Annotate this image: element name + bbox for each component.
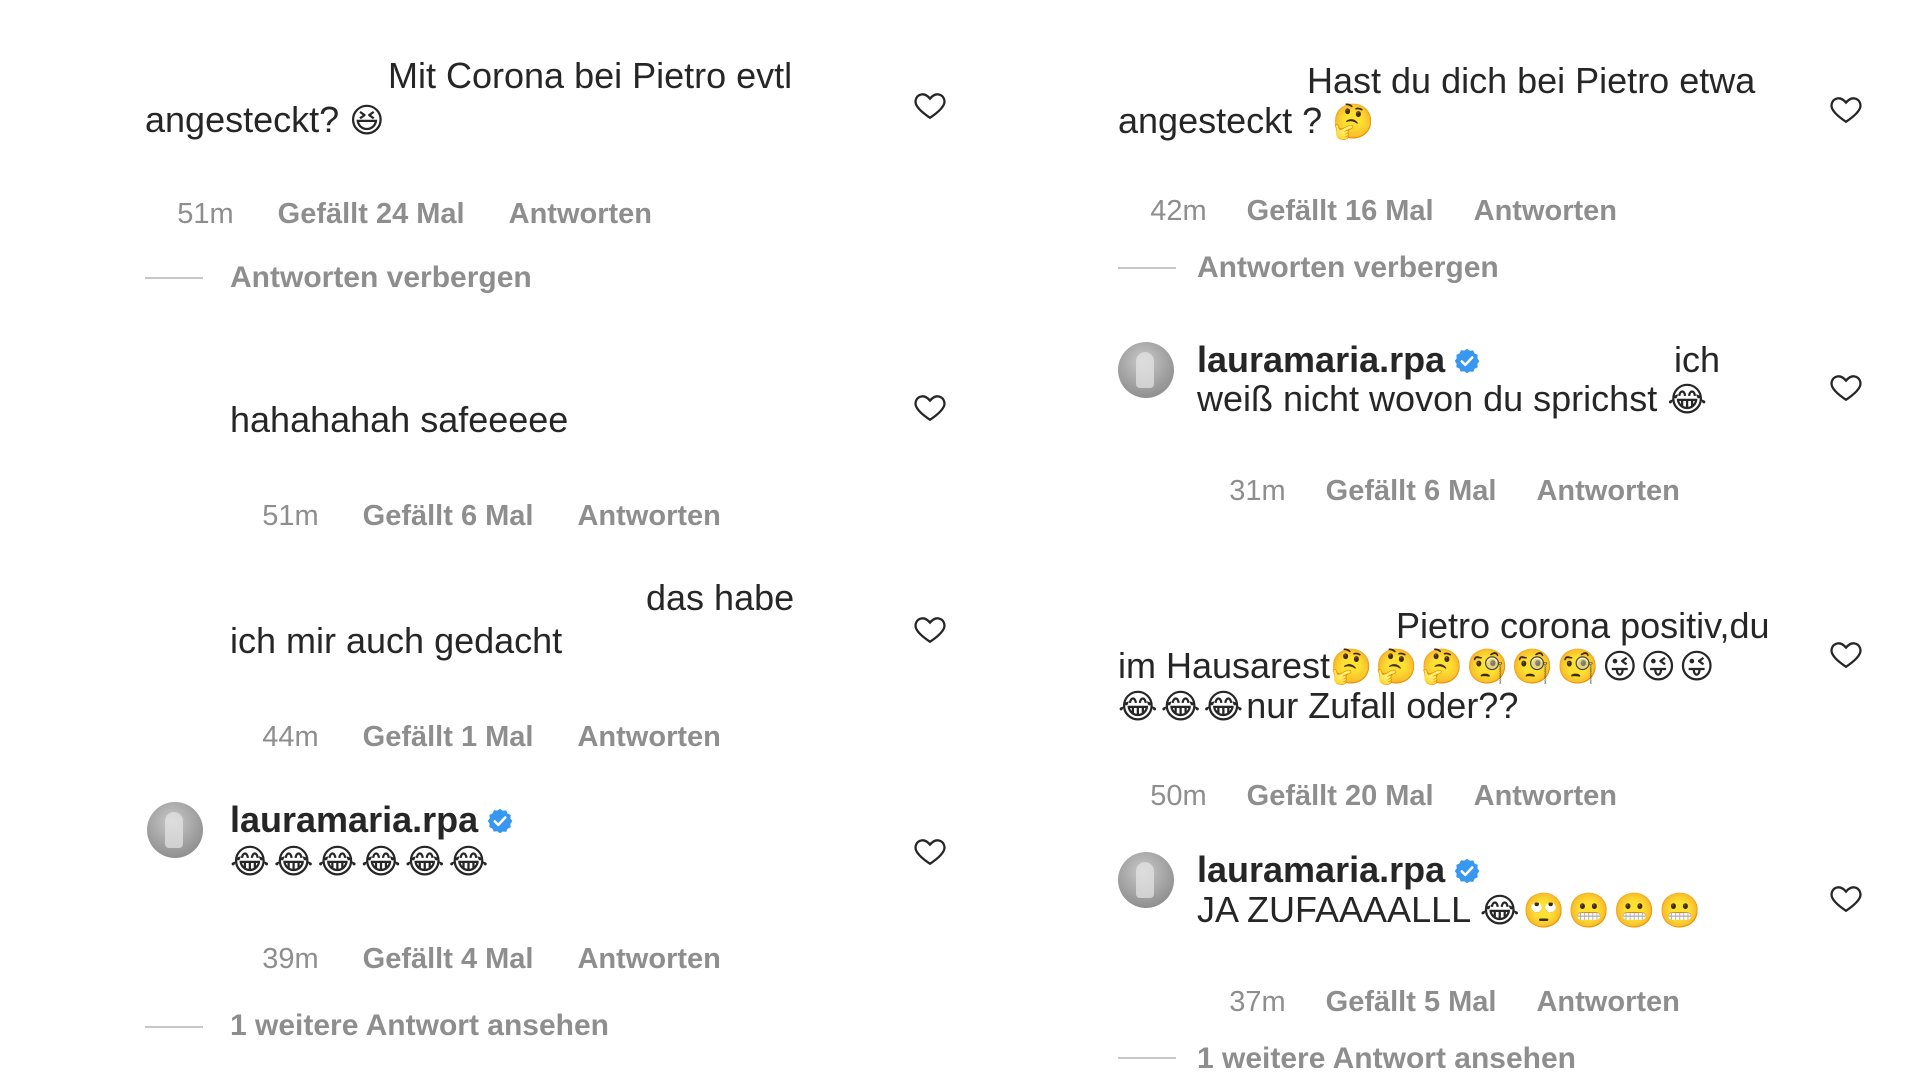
- comment-text-line-3: 😂😂😂nur Zufall oder??: [1118, 686, 1518, 727]
- emoji: 🤔🤔🤔🧐🧐🧐😜😜😜: [1330, 648, 1718, 686]
- reply-button[interactable]: Antworten: [1536, 475, 1679, 507]
- replies-divider: [1118, 267, 1176, 269]
- like-count[interactable]: Gefällt 4 Mal: [363, 943, 534, 975]
- comment-text-line-2: im Hausarest🤔🤔🤔🧐🧐🧐😜😜😜: [1118, 646, 1717, 687]
- comment-text: im Hausarest: [1118, 645, 1331, 686]
- emoji: 😂: [1667, 381, 1707, 419]
- reply-author[interactable]: lauramaria.rpa: [230, 800, 514, 840]
- hide-replies-button[interactable]: Antworten verbergen: [230, 261, 532, 295]
- reply-text: hahahahah safeeeee: [230, 399, 569, 440]
- like-heart-icon[interactable]: [912, 390, 948, 424]
- reply-meta: 31m Gefällt 6 Mal Antworten: [1197, 440, 1680, 542]
- like-heart-icon[interactable]: [1828, 881, 1864, 915]
- reply-text-line-2: weiß nicht wovon du sprichst 😂: [1197, 379, 1707, 420]
- reply-button[interactable]: Antworten: [1474, 195, 1617, 227]
- reply-time: 51m: [262, 500, 319, 532]
- replies-divider: [1118, 1057, 1176, 1059]
- reply-time: 31m: [1229, 475, 1286, 507]
- username[interactable]: lauramaria.rpa: [1197, 339, 1445, 380]
- like-count[interactable]: Gefällt 1 Mal: [363, 721, 534, 753]
- replies-divider: [145, 277, 203, 279]
- comment-text-line-1: Mit Corona bei Pietro evtl: [388, 55, 793, 96]
- reply-text-line: JA ZUFAAAALLL 😂🙄😬😬😬: [1197, 890, 1704, 931]
- reply-author[interactable]: lauramaria.rpa: [1197, 850, 1481, 890]
- verified-badge-icon: [1453, 853, 1481, 884]
- comment-meta: 42m Gefällt 16 Mal Antworten: [1118, 160, 1617, 262]
- verified-badge-icon: [1453, 343, 1481, 374]
- reply-time: 37m: [1229, 986, 1286, 1018]
- like-heart-icon[interactable]: [912, 88, 948, 122]
- reply-button[interactable]: Antworten: [509, 198, 652, 230]
- like-count[interactable]: Gefällt 6 Mal: [363, 500, 534, 532]
- hide-replies-button[interactable]: Antworten verbergen: [1197, 251, 1499, 285]
- comment-text: angesteckt?: [145, 99, 340, 140]
- username[interactable]: lauramaria.rpa: [230, 799, 478, 840]
- reply-text-line-2: ich mir auch gedacht: [230, 620, 563, 661]
- left-comment-panel: Mit Corona bei Pietro evtl angesteckt? 😆…: [0, 0, 960, 1080]
- like-count[interactable]: Gefällt 16 Mal: [1247, 195, 1434, 227]
- comment-text-line-1: Pietro corona positiv,du: [1396, 605, 1770, 646]
- emoji: 😂😂😂: [1118, 688, 1247, 726]
- comment-meta: 50m Gefällt 20 Mal Antworten: [1118, 745, 1617, 847]
- like-count[interactable]: Gefällt 20 Mal: [1247, 780, 1434, 812]
- comment-text-line-2: angesteckt ? 🤔: [1118, 101, 1375, 142]
- reply-meta: 51m Gefällt 6 Mal Antworten: [230, 465, 721, 567]
- avatar[interactable]: [1118, 852, 1174, 908]
- reply-emojis: 😂😂😂😂😂😂: [230, 843, 493, 881]
- reply-button[interactable]: Antworten: [577, 943, 720, 975]
- reply-text: weiß nicht wovon du sprichst: [1197, 378, 1658, 419]
- reply-button[interactable]: Antworten: [1474, 780, 1617, 812]
- like-count[interactable]: Gefällt 6 Mal: [1326, 475, 1497, 507]
- comment-text: nur Zufall oder??: [1246, 685, 1519, 726]
- reply-time: 44m: [262, 721, 319, 753]
- comment-text-line-1: Hast du dich bei Pietro etwa: [1307, 60, 1756, 101]
- emoji: 🤔: [1332, 103, 1375, 141]
- reply-author[interactable]: lauramaria.rpa: [1197, 340, 1481, 380]
- comment-text-line-2: angesteckt? 😆: [145, 100, 385, 141]
- view-more-replies-button[interactable]: 1 weitere Antwort ansehen: [230, 1009, 609, 1043]
- reply-meta: 44m Gefällt 1 Mal Antworten: [230, 686, 721, 788]
- verified-badge-icon: [486, 803, 514, 834]
- emoji: 😂🙄😬😬😬: [1479, 892, 1704, 930]
- reply-text-line-1: ich: [1674, 339, 1721, 380]
- like-heart-icon[interactable]: [912, 834, 948, 868]
- like-heart-icon[interactable]: [1828, 370, 1864, 404]
- username[interactable]: lauramaria.rpa: [1197, 849, 1445, 890]
- reply-text: JA ZUFAAAALLL: [1197, 889, 1470, 930]
- avatar[interactable]: [147, 802, 203, 858]
- reply-button[interactable]: Antworten: [1536, 986, 1679, 1018]
- avatar[interactable]: [1118, 342, 1174, 398]
- like-count[interactable]: Gefällt 24 Mal: [278, 198, 465, 230]
- reply-meta: 37m Gefällt 5 Mal Antworten: [1197, 951, 1680, 1053]
- like-heart-icon[interactable]: [912, 612, 948, 646]
- reply-text-line-1: das habe: [646, 577, 795, 618]
- view-more-replies-button[interactable]: 1 weitere Antwort ansehen: [1197, 1042, 1576, 1068]
- reply-meta: 39m Gefällt 4 Mal Antworten: [230, 908, 721, 1010]
- comment-time: 42m: [1150, 195, 1207, 227]
- comment-time: 50m: [1150, 780, 1207, 812]
- emoji: 😆: [349, 102, 385, 140]
- reply-time: 39m: [262, 943, 319, 975]
- replies-divider: [145, 1026, 203, 1028]
- comment-meta: 51m Gefällt 24 Mal Antworten: [145, 163, 652, 265]
- like-heart-icon[interactable]: [1828, 92, 1864, 126]
- right-comment-panel: Hast du dich bei Pietro etwa angesteckt …: [990, 0, 1920, 1080]
- comment-text: angesteckt ?: [1118, 100, 1323, 141]
- like-count[interactable]: Gefällt 5 Mal: [1326, 986, 1497, 1018]
- like-heart-icon[interactable]: [1828, 637, 1864, 671]
- comment-time: 51m: [177, 198, 234, 230]
- reply-button[interactable]: Antworten: [577, 721, 720, 753]
- reply-button[interactable]: Antworten: [577, 500, 720, 532]
